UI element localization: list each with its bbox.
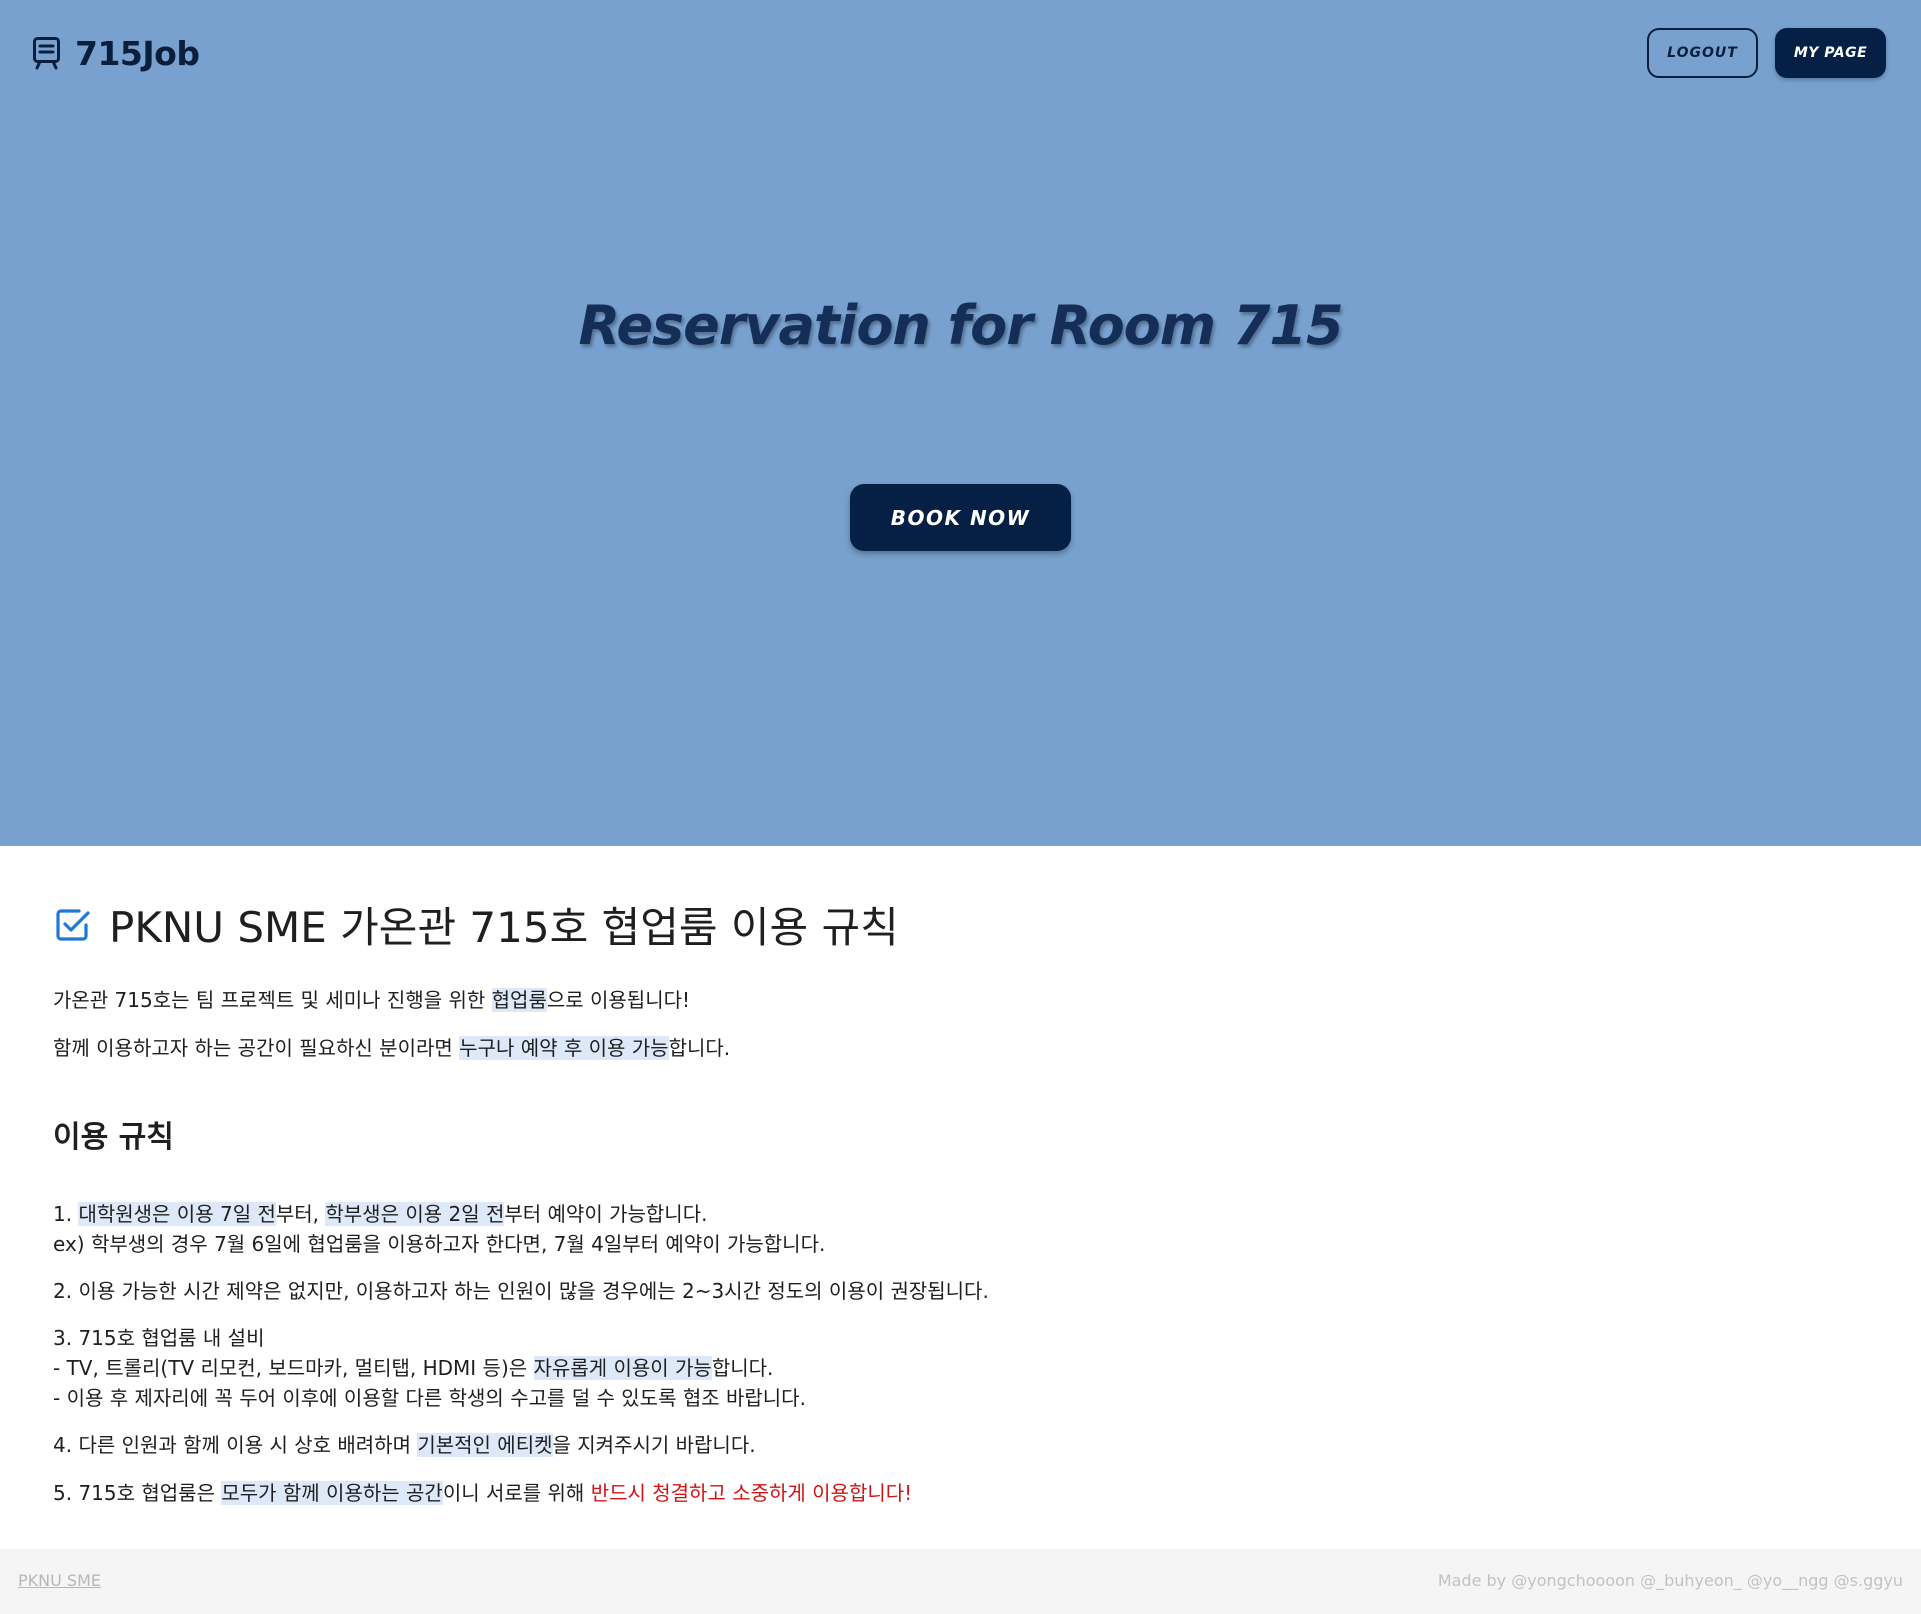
checkbox-checked-icon [53, 905, 109, 945]
rule-3-line-1: - TV, 트롤리(TV 리모컨, 보드마카, 멀티탭, HDMI 등)은 자유… [53, 1356, 774, 1380]
highlight: 누구나 예약 후 이용 가능 [459, 1036, 669, 1060]
rules-heading-text: PKNU SME 가온관 715호 협업룸 이용 규칙 [109, 903, 899, 952]
logout-button[interactable]: LOGOUT [1647, 28, 1758, 78]
book-now-button[interactable]: BOOK NOW [850, 484, 1071, 551]
highlight: 협업룸 [491, 988, 547, 1012]
highlight: 자유롭게 이용이 가능 [533, 1356, 712, 1380]
highlight: 기본적인 에티켓 [417, 1433, 553, 1457]
highlight: 대학원생은 이용 7일 전 [78, 1202, 276, 1226]
footer-pknu-sme-link[interactable]: PKNU SME [18, 1571, 101, 1590]
footer: PKNU SME Made by @yongchoooon @_buhyeon_… [0, 1549, 1921, 1614]
rule-1: 1. 대학원생은 이용 7일 전부터, 학부생은 이용 2일 전부터 예약이 가… [53, 1202, 708, 1226]
footer-credit: Made by @yongchoooon @_buhyeon_ @yo__ngg… [1437, 1571, 1903, 1590]
intro-paragraph-2: 함께 이용하고자 하는 공간이 필요하신 분이라면 누구나 예약 후 이용 가능… [53, 1036, 731, 1060]
rule-4: 4. 다른 인원과 함께 이용 시 상호 배려하며 기본적인 에티켓을 지켜주시… [53, 1433, 756, 1457]
rule-3-title: 3. 715호 협업룸 내 설비 [53, 1326, 265, 1350]
hero-title: Reservation for Room 715 [578, 294, 1343, 357]
my-page-button[interactable]: MY PAGE [1775, 28, 1886, 78]
hero-section: 715Job LOGOUT MY PAGE Reservation for Ro… [0, 0, 1921, 846]
highlight: 학부생은 이용 2일 전 [325, 1202, 505, 1226]
rule-2: 2. 이용 가능한 시간 제약은 없지만, 이용하고자 하는 인원이 많을 경우… [53, 1279, 989, 1303]
rules-heading: PKNU SME 가온관 715호 협업룸 이용 규칙 [53, 894, 899, 955]
rule-5: 5. 715호 협업룸은 모두가 함께 이용하는 공간이니 서로를 위해 반드시… [53, 1481, 913, 1505]
warning-text: 반드시 청결하고 소중하게 이용합니다! [590, 1481, 913, 1505]
rule-3-line-2: - 이용 후 제자리에 꼭 두어 이후에 이용할 다른 학생의 수고를 덜 수 … [53, 1386, 806, 1410]
rules-subheading: 이용 규칙 [53, 1120, 174, 1155]
train-icon [32, 36, 61, 71]
logo-text: 715Job [75, 33, 200, 73]
rule-1-example: ex) 학부생의 경우 7월 6일에 협업룸을 이용하고자 한다면, 7월 4일… [53, 1232, 826, 1256]
site-logo[interactable]: 715Job [32, 33, 200, 73]
highlight: 모두가 함께 이용하는 공간 [221, 1481, 443, 1505]
intro-paragraph-1: 가온관 715호는 팀 프로젝트 및 세미나 진행을 위한 협업룸으로 이용됩니… [53, 988, 691, 1012]
